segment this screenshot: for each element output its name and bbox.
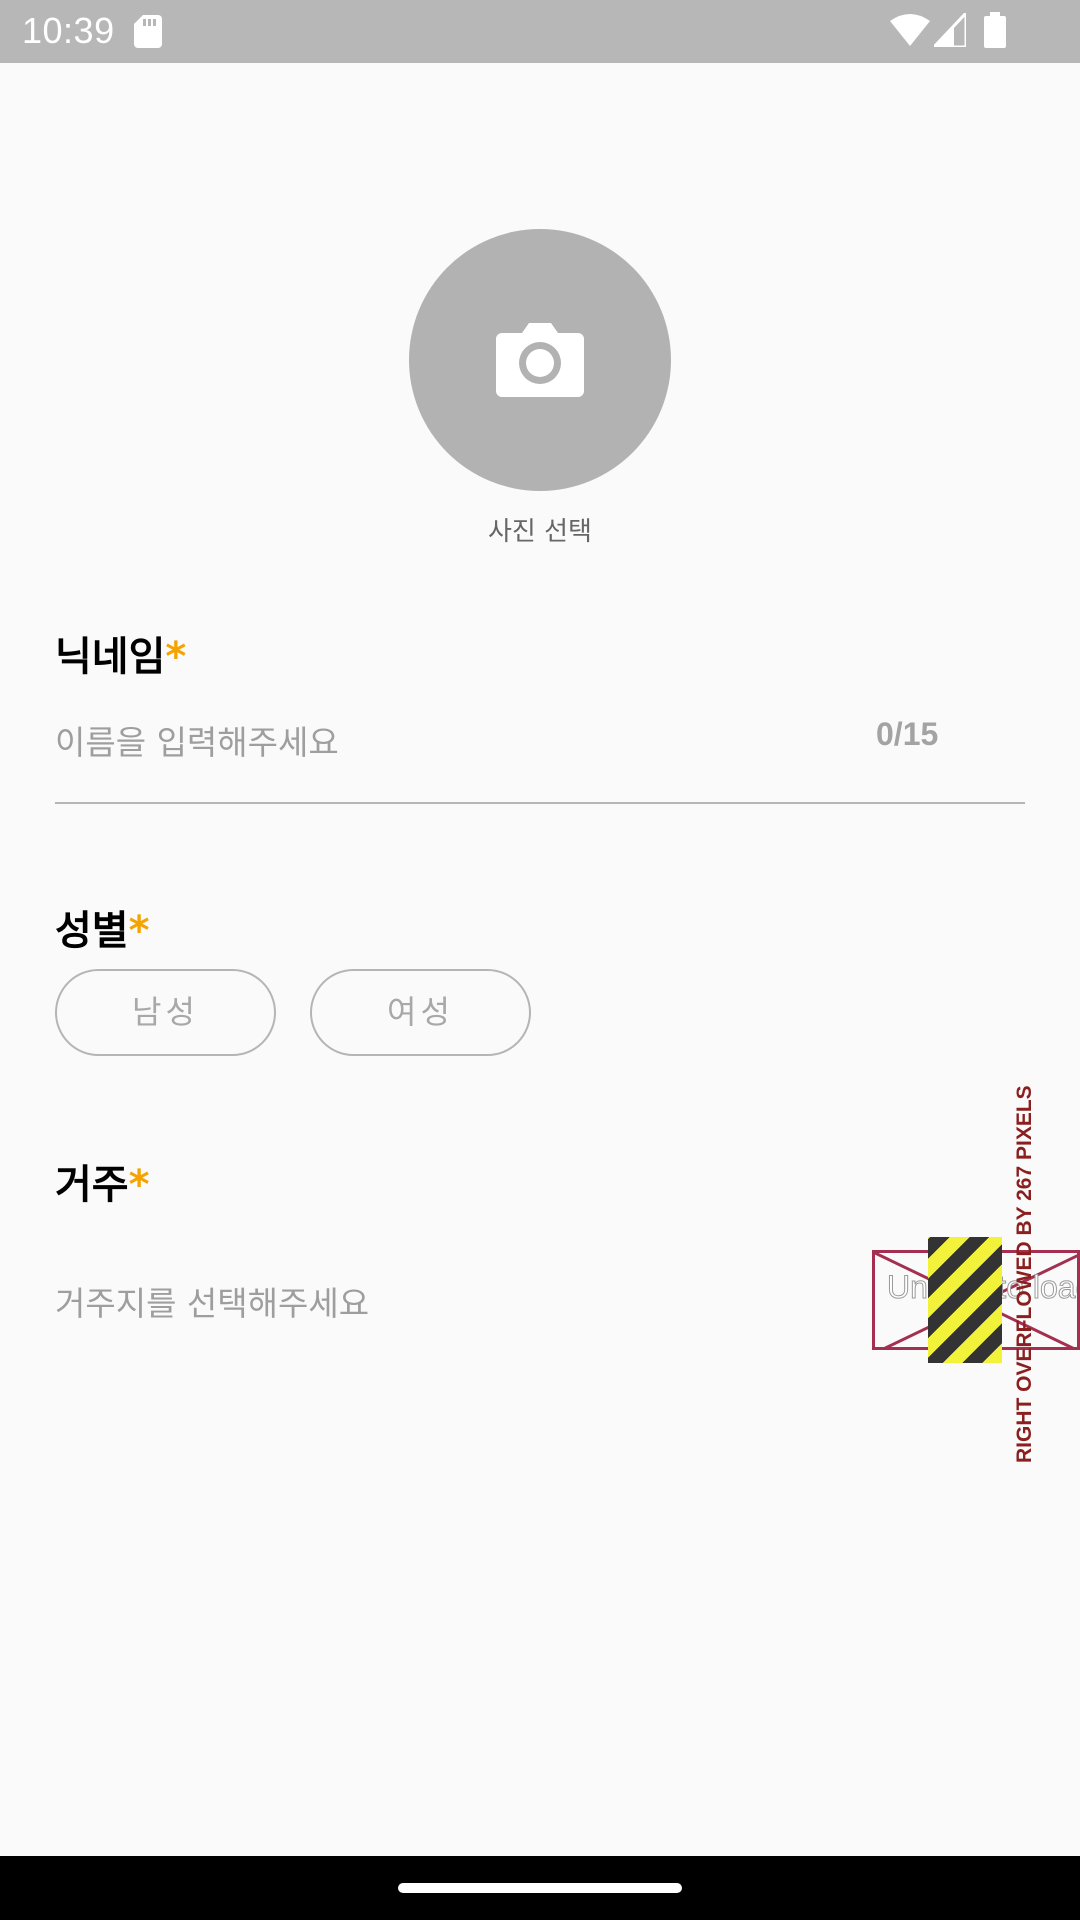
gender-label: 성별* bbox=[55, 898, 150, 956]
nickname-input[interactable] bbox=[55, 712, 855, 772]
required-mark: * bbox=[128, 908, 150, 954]
residence-select[interactable]: 거주지를 선택해주세요 bbox=[55, 1277, 855, 1327]
nickname-label: 닉네임* bbox=[55, 624, 186, 682]
gender-female-button[interactable]: 여성 bbox=[310, 969, 531, 1056]
overflow-stripes bbox=[928, 1237, 1002, 1363]
gender-male-button[interactable]: 남성 bbox=[55, 969, 276, 1056]
camera-icon bbox=[496, 323, 584, 397]
status-bar: 10:39 bbox=[0, 0, 1080, 63]
required-mark: * bbox=[128, 1162, 150, 1208]
battery-icon bbox=[984, 12, 1006, 48]
residence-label-text: 거주 bbox=[55, 1162, 129, 1208]
wifi-icon bbox=[890, 14, 930, 46]
sd-card-icon bbox=[134, 15, 162, 48]
profile-photo-button[interactable] bbox=[409, 229, 671, 491]
cell-signal-icon bbox=[934, 13, 966, 47]
status-time: 10:39 bbox=[22, 10, 115, 51]
home-indicator[interactable] bbox=[398, 1883, 682, 1893]
residence-label: 거주* bbox=[55, 1152, 150, 1210]
nickname-label-text: 닉네임 bbox=[55, 634, 166, 680]
nickname-underline bbox=[55, 802, 1025, 804]
navigation-bar bbox=[0, 1856, 1080, 1920]
overflow-banner-text: RIGHT OVERFLOWED BY 267 PIXELS bbox=[1013, 1085, 1036, 1463]
nickname-char-counter: 0/15 bbox=[876, 716, 939, 752]
photo-select-caption: 사진 선택 bbox=[488, 517, 592, 547]
gender-label-text: 성별 bbox=[55, 908, 129, 954]
required-mark: * bbox=[165, 634, 187, 680]
